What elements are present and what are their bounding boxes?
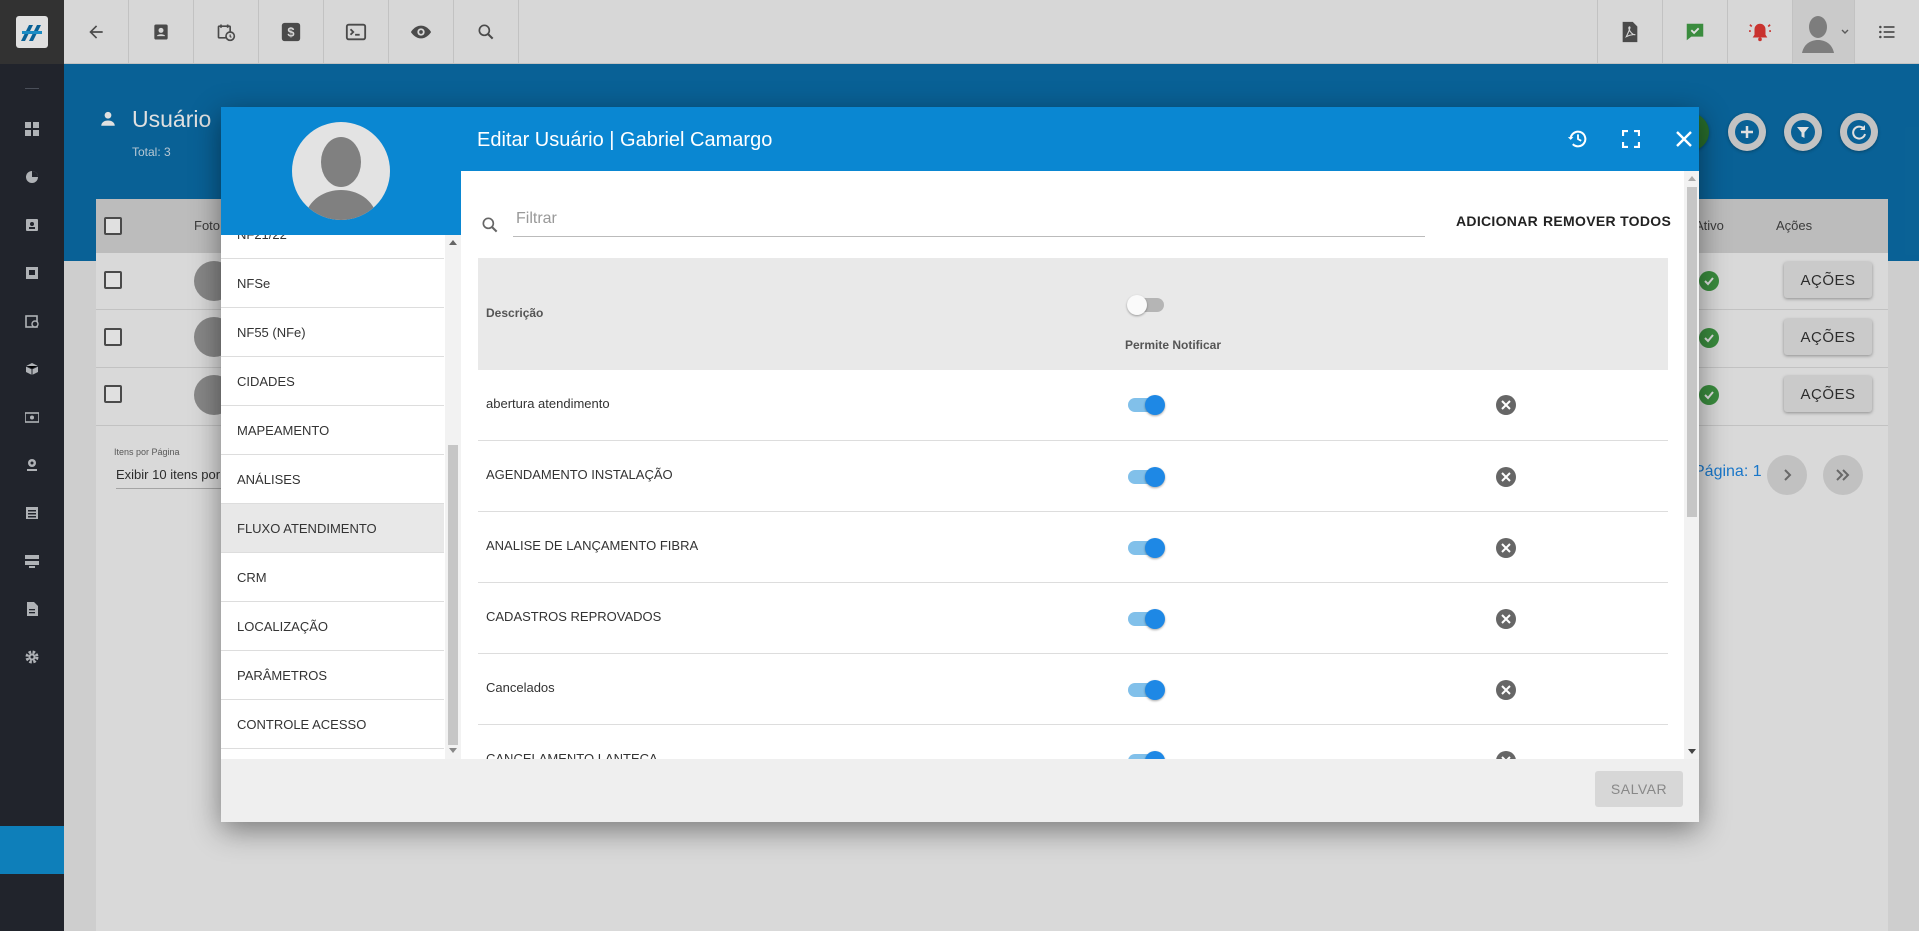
close-button[interactable] [1672,127,1696,151]
search-icon [482,217,498,233]
table-row: ANALISE DE LANÇAMENTO FIBRA [478,512,1668,583]
filter-underline [513,236,1425,237]
dialog-avatar-panel [221,107,461,235]
table-row: CADASTROS REPROVADOS [478,583,1668,654]
dialog-content: Filtrar ADICIONAR REMOVER TODOS Descriçã… [461,171,1699,759]
remove-row-icon[interactable] [1495,750,1517,759]
row-description: Cancelados [486,680,555,695]
fullscreen-icon [1622,130,1640,148]
remove-all-button[interactable]: REMOVER TODOS [1543,213,1671,229]
notify-toggle[interactable] [1128,680,1165,700]
menu-item-nf55[interactable]: NF55 (NFe) [221,308,444,357]
table-row: abertura atendimento [478,370,1668,441]
save-button[interactable]: SALVAR [1595,771,1683,807]
notify-toggle[interactable] [1128,467,1165,487]
scroll-up-icon[interactable] [449,239,457,245]
table-row: CANCELAMENTO LANTECA [478,725,1668,759]
row-description: CANCELAMENTO LANTECA [486,751,658,759]
menu-item-analises[interactable]: ANÁLISES [221,455,444,504]
menu-scrollbar[interactable] [445,235,461,759]
col-notify: Permite Notificar [1125,338,1222,352]
content-scrollbar[interactable] [1684,171,1699,759]
history-icon [1567,130,1587,148]
menu-item-nf21-22[interactable]: NF21/22 [221,235,444,259]
content-scroll-thumb[interactable] [1687,187,1697,517]
close-icon [1676,131,1692,147]
remove-row-icon[interactable] [1495,679,1517,701]
dialog-title: Editar Usuário | Gabriel Camargo [477,129,773,151]
scroll-down-icon[interactable] [449,748,457,754]
permissions-menu: NF21/22 NFSe NF55 (NFe) CIDADES MAPEAMEN… [221,235,461,759]
scroll-down-icon[interactable] [1688,749,1696,755]
menu-item-crm[interactable]: CRM [221,553,444,602]
row-description: CADASTROS REPROVADOS [486,609,662,624]
menu-item-nfse[interactable]: NFSe [221,259,444,308]
notify-all-toggle[interactable] [1127,295,1164,315]
history-button[interactable] [1566,127,1590,151]
scroll-up-icon[interactable] [1688,175,1696,181]
menu-item-localizacao[interactable]: LOCALIZAÇÃO [221,602,444,651]
menu-scroll-thumb[interactable] [448,445,458,745]
permissions-table-header: Descrição Permite Notificar [478,258,1668,370]
remove-row-icon[interactable] [1495,608,1517,630]
dialog-footer: SALVAR [221,759,1699,822]
fullscreen-button[interactable] [1619,127,1643,151]
remove-row-icon[interactable] [1495,466,1517,488]
edit-user-dialog: Editar Usuário | Gabriel Camargo NF21/22… [221,107,1699,822]
notify-toggle[interactable] [1128,395,1165,415]
menu-item-fluxo-atendimento[interactable]: FLUXO ATENDIMENTO [221,504,444,553]
notify-toggle[interactable] [1128,538,1165,558]
add-button[interactable]: ADICIONAR [1456,213,1538,229]
menu-item-cidades[interactable]: CIDADES [221,357,444,406]
menu-item-parametros[interactable]: PARÂMETROS [221,651,444,700]
row-description: abertura atendimento [486,396,610,411]
col-description: Descrição [486,306,544,320]
table-row: AGENDAMENTO INSTALAÇÃO [478,441,1668,512]
row-description: ANALISE DE LANÇAMENTO FIBRA [486,538,699,553]
menu-item-mapeamento[interactable]: MAPEAMENTO [221,406,444,455]
remove-row-icon[interactable] [1495,537,1517,559]
row-description: AGENDAMENTO INSTALAÇÃO [486,467,673,482]
menu-item-controle-acesso[interactable]: CONTROLE ACESSO [221,700,444,749]
user-avatar [292,122,390,220]
remove-row-icon[interactable] [1495,394,1517,416]
table-row: Cancelados [478,654,1668,725]
filter-input[interactable]: Filtrar [516,210,557,228]
notify-toggle[interactable] [1128,609,1165,629]
